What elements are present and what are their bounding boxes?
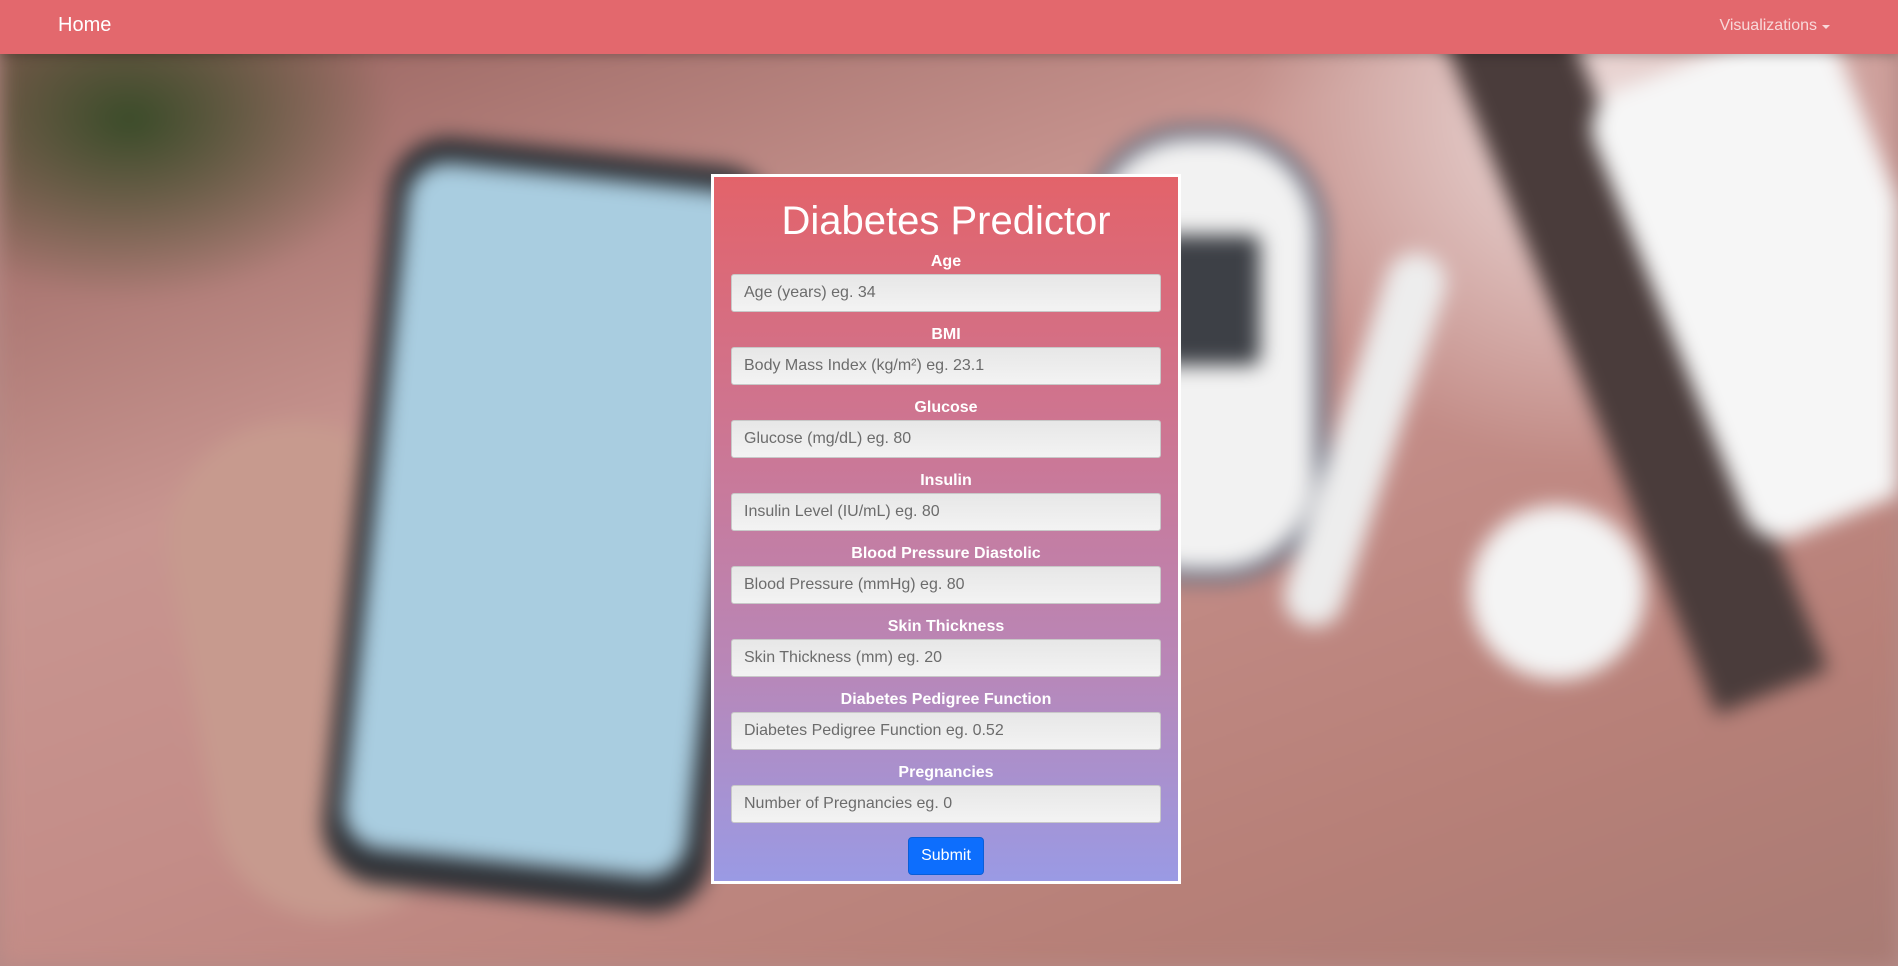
field-blood-pressure: Blood Pressure Diastolic [731,545,1161,604]
field-age: Age [731,253,1161,312]
predictor-form: Diabetes Predictor Age BMI Glucose Insul… [711,174,1181,884]
age-input[interactable] [731,274,1161,312]
pregnancies-input[interactable] [731,785,1161,823]
skin-thickness-input[interactable] [731,639,1161,677]
blood-pressure-label: Blood Pressure Diastolic [851,545,1041,562]
glucose-input[interactable] [731,420,1161,458]
form-title: Diabetes Predictor [781,199,1111,243]
skin-thickness-label: Skin Thickness [887,618,1005,635]
blood-pressure-input[interactable] [731,566,1161,604]
navbar: Home Visualizations [0,0,1898,54]
insulin-label: Insulin [920,472,972,489]
field-pedigree: Diabetes Pedigree Function [731,691,1161,750]
submit-button[interactable]: Submit [908,837,984,875]
age-label: Age [930,253,962,270]
pedigree-input[interactable] [731,712,1161,750]
nav-visualizations-dropdown[interactable]: Visualizations [1719,17,1830,35]
field-pregnancies: Pregnancies [731,764,1161,823]
field-skin-thickness: Skin Thickness [731,618,1161,677]
field-insulin: Insulin [731,472,1161,531]
nav-visualizations-label: Visualizations [1719,17,1817,34]
field-glucose: Glucose [731,399,1161,458]
background-cap [1470,505,1645,680]
caret-down-icon [1822,24,1830,29]
bmi-input[interactable] [731,347,1161,385]
bmi-label: BMI [931,326,961,343]
pedigree-label: Diabetes Pedigree Function [840,691,1052,708]
nav-home-link[interactable]: Home [58,14,111,37]
pregnancies-label: Pregnancies [898,764,994,781]
field-bmi: BMI [731,326,1161,385]
insulin-input[interactable] [731,493,1161,531]
glucose-label: Glucose [914,399,978,416]
background-phone-screen [339,158,756,882]
